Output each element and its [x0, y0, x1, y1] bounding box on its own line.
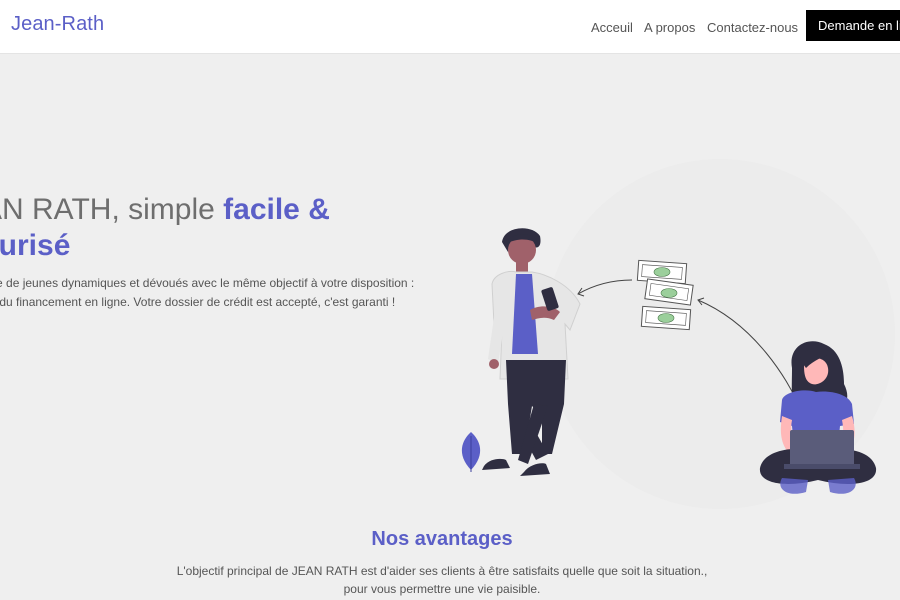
brand-logo[interactable]: Jean-Rath [11, 13, 104, 36]
demande-en-ligne-button[interactable]: Demande en ligne [806, 10, 900, 41]
avantages-line1: L'objectif principal de JEAN RATH est d'… [176, 564, 708, 578]
nav-link-accueil[interactable]: Acceuil [591, 20, 633, 35]
hero-title-plain: AN RATH, simple [0, 193, 224, 226]
hero-desc-line2: ste du financement en ligne. Votre dossi… [0, 295, 396, 309]
hero-description: uipe de jeunes dynamiques et dévoués ave… [0, 274, 414, 312]
money-bill-icon [640, 305, 692, 331]
nav-link-contact[interactable]: Contactez-nous [707, 20, 798, 35]
hero-desc-line1: uipe de jeunes dynamiques et dévoués ave… [0, 276, 415, 290]
money-bill-icon [636, 259, 688, 285]
avantages-line2: pour vous permettre une vie paisible. [343, 582, 541, 596]
hero-section: AN RATH, simple facile & curisé uipe de … [0, 54, 900, 600]
hero-title-line2: curisé [0, 229, 71, 262]
nav-link-a-propos[interactable]: A propos [644, 20, 695, 35]
hero-illustration [461, 159, 895, 509]
hero-title: AN RATH, simple facile & curisé [0, 192, 330, 264]
avantages-title: Nos avantages [371, 528, 513, 550]
navbar: Jean-Rath Acceuil A propos Contactez-nou… [0, 0, 900, 54]
laptop-icon [784, 430, 860, 469]
avantages-text: L'objectif principal de JEAN RATH est d'… [0, 562, 884, 598]
leaf-icon [461, 432, 481, 472]
hero-title-accent: facile & [223, 193, 330, 226]
